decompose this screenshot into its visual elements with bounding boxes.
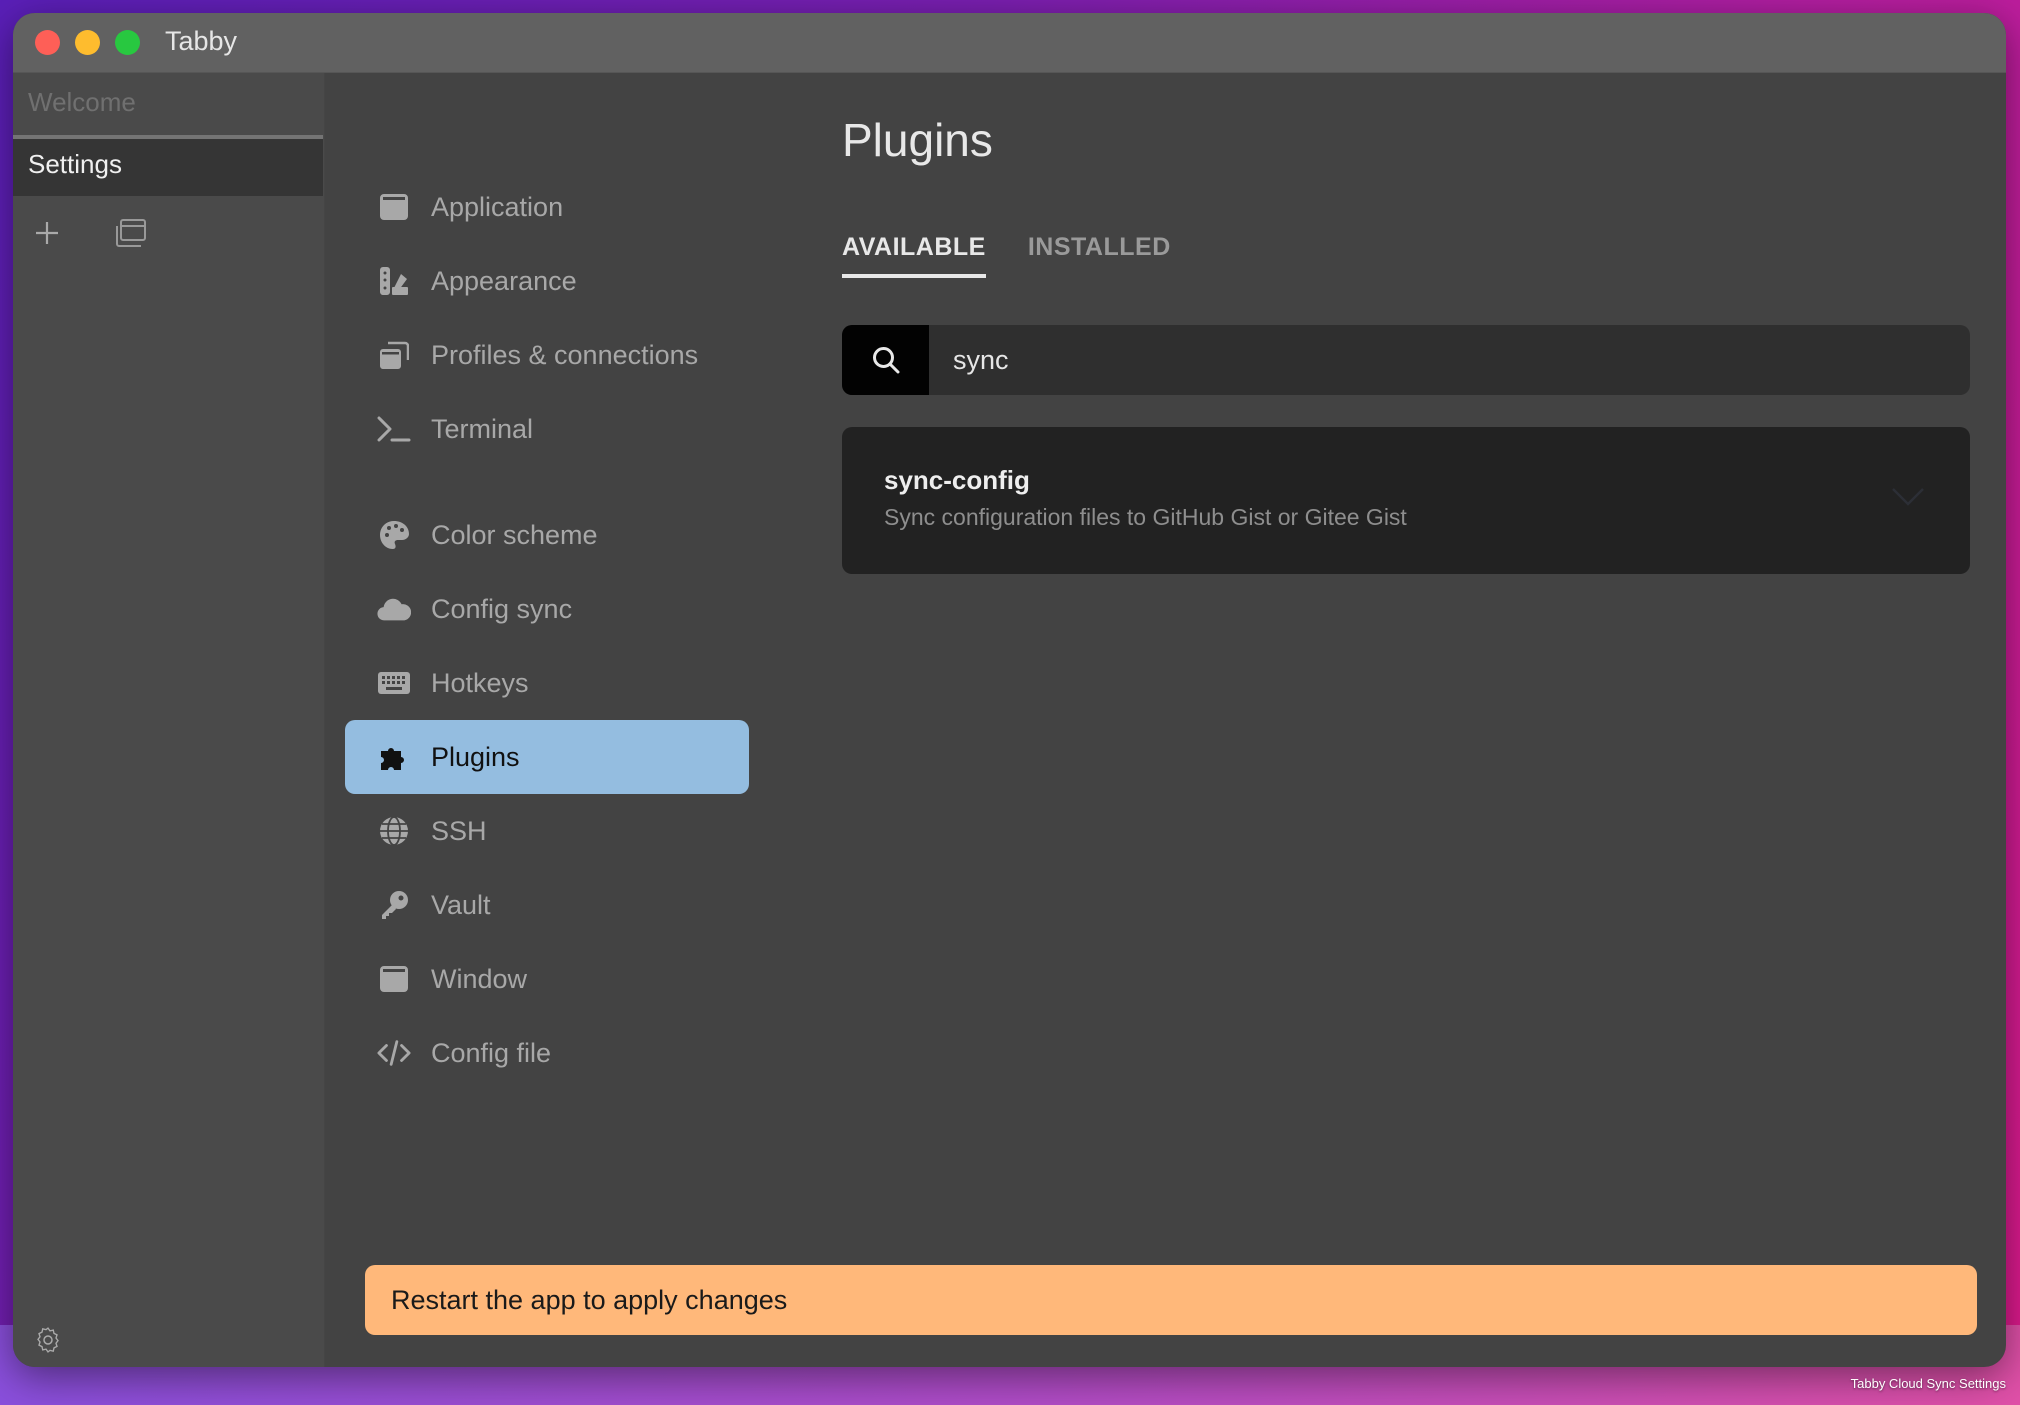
desktop-caption: Tabby Cloud Sync Settings [1850,1376,2006,1391]
window-stack-icon [116,219,146,247]
tab-settings[interactable]: Settings [13,135,323,196]
tab-bar: Welcome Settings [13,73,325,1367]
plugins-page: Plugins Plugins folder AVAILABLE INSTALL… [829,73,2006,1367]
nav-vault[interactable]: Vault [345,868,749,942]
swatchbook-icon [377,264,411,298]
search-button[interactable] [842,325,929,395]
title-bar: Tabby [13,13,2006,73]
plugin-search [842,325,1970,395]
close-window-button[interactable] [35,30,60,55]
new-tab-button[interactable] [27,213,67,253]
nav-plugins[interactable]: Plugins [345,720,749,794]
nav-ssh[interactable]: SSH [345,794,749,868]
code-icon [377,1036,411,1070]
globe-icon [377,814,411,848]
nav-profiles-connections[interactable]: Profiles & connections [345,318,749,392]
window-icon [377,190,411,224]
terminal-icon [377,412,411,446]
nav-config-sync[interactable]: Config sync [345,572,749,646]
key-icon [377,888,411,922]
gear-icon [37,1327,59,1353]
nav-window[interactable]: Window [345,942,749,1016]
nav-application[interactable]: Application [345,170,749,244]
plus-icon [36,222,58,244]
settings-nav: Application Appearance Profiles & connec… [345,73,765,1367]
app-window: Tabby Welcome Settings Application Appea… [13,13,2006,1367]
tab-installed[interactable]: INSTALLED [1028,233,1171,278]
maximize-window-button[interactable] [115,30,140,55]
settings-button[interactable] [33,1325,67,1359]
plugin-tabs: AVAILABLE INSTALLED [842,233,1171,278]
plugin-name: sync-config [884,465,1030,495]
profiles-button[interactable] [111,213,151,253]
nav-appearance[interactable]: Appearance [345,244,749,318]
keyboard-icon [377,666,411,700]
search-input[interactable] [929,325,1970,395]
restart-notice[interactable]: Restart the app to apply changes [365,1265,1977,1335]
nav-terminal[interactable]: Terminal [345,392,749,466]
nav-color-scheme[interactable]: Color scheme [345,498,749,572]
window-title: Tabby [165,26,238,56]
window-restore-icon [377,338,411,372]
nav-config-file[interactable]: Config file [345,1016,749,1090]
plugin-description: Sync configuration files to GitHub Gist … [884,504,1407,530]
nav-hotkeys[interactable]: Hotkeys [345,646,749,720]
chevron-down-icon[interactable] [1891,487,1925,507]
page-title: Plugins [842,114,993,166]
cloud-icon [377,592,411,626]
palette-icon [377,518,411,552]
tab-available[interactable]: AVAILABLE [842,233,986,278]
minimize-window-button[interactable] [75,30,100,55]
window-icon [377,962,411,996]
puzzle-icon [377,740,411,774]
plugin-result-card[interactable]: sync-config Sync configuration files to … [842,427,1970,574]
tab-welcome[interactable]: Welcome [13,73,323,135]
search-icon [872,347,899,374]
